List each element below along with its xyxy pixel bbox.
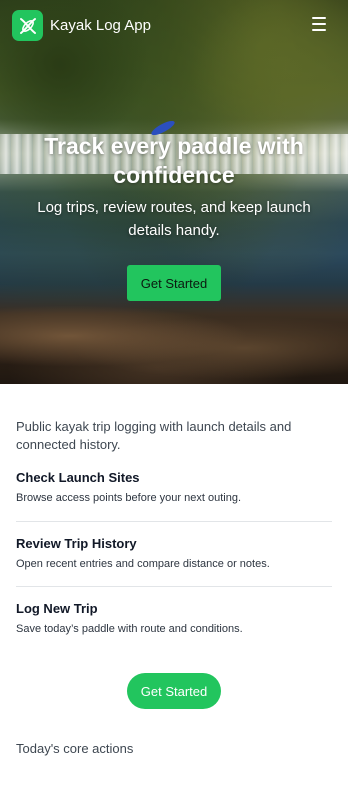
menu-bar: [312, 23, 326, 25]
feature-check-launch-sites[interactable]: Check Launch Sites Browse access points …: [16, 470, 332, 504]
menu-bar: [312, 17, 326, 19]
feature-title: Log New Trip: [16, 601, 98, 616]
menu-bar: [312, 29, 326, 31]
divider: [16, 586, 332, 587]
kayak-logo-icon[interactable]: [12, 10, 43, 41]
hero-subtitle: Log trips, review routes, and keep launc…: [37, 199, 311, 239]
app-header: Kayak Log App: [0, 0, 348, 52]
kayak-logo-glyph: [19, 17, 36, 34]
feature-review-trip-history[interactable]: Review Trip History Open recent entries …: [16, 536, 332, 570]
feature-title: Review Trip History: [16, 536, 137, 551]
content-section: Public kayak trip logging with launch de…: [0, 384, 348, 787]
hamburger-menu-icon[interactable]: [312, 17, 328, 31]
divider: [16, 521, 332, 522]
feature-title: Check Launch Sites: [16, 470, 140, 485]
hero-background-rocks: [0, 304, 348, 384]
hero-section: Kayak Log App Track every paddle with co…: [0, 0, 348, 384]
app-title[interactable]: Kayak Log App: [50, 17, 151, 34]
core-actions-label: Today's core actions: [16, 741, 134, 756]
feature-log-new-trip[interactable]: Log New Trip Save today’s paddle with ro…: [16, 601, 332, 635]
hero-title: Track every paddle with confidence: [44, 133, 304, 188]
feature-description: Save today’s paddle with route and condi…: [16, 623, 243, 635]
get-started-button[interactable]: Get Started: [127, 673, 221, 709]
feature-description: Browse access points before your next ou…: [16, 492, 242, 504]
feature-description: Open recent entries and compare distance…: [16, 558, 270, 570]
hero-get-started-button[interactable]: Get Started: [127, 265, 221, 301]
page: Kayak Log App Track every paddle with co…: [0, 0, 348, 787]
intro-text: Public kayak trip logging with launch de…: [16, 419, 292, 452]
hero-content: Track every paddle with confidence Log t…: [0, 132, 348, 242]
